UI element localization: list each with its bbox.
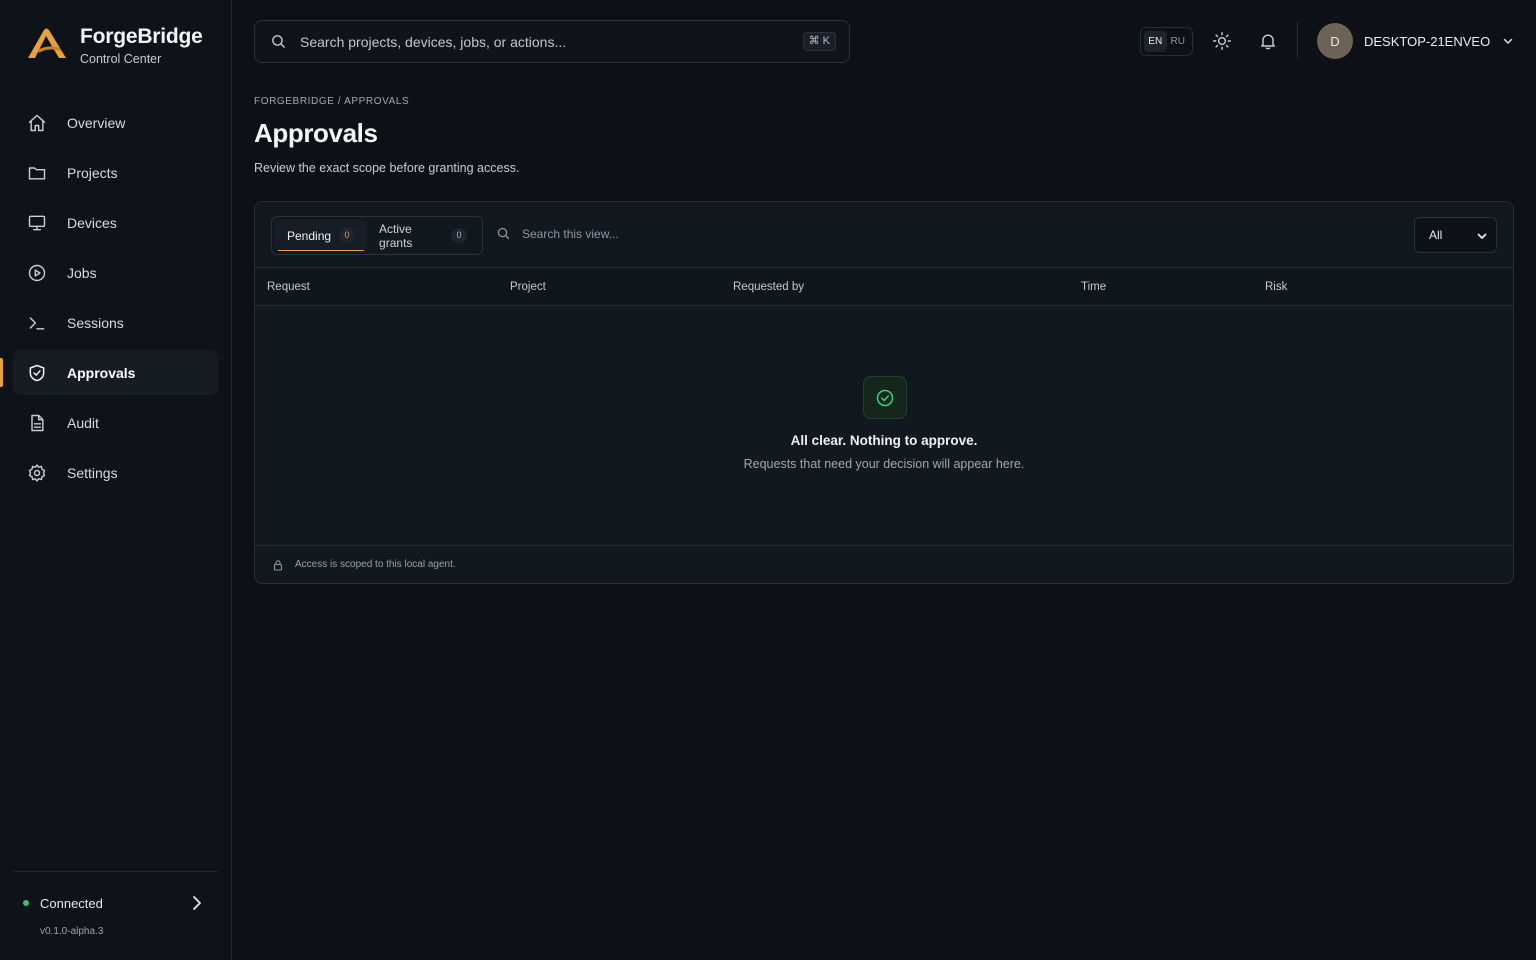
check-circle-icon [876,389,894,406]
sidebar-item-label: Settings [67,464,118,481]
view-search[interactable] [496,226,822,241]
sidebar-item-sessions[interactable]: Sessions [13,300,218,345]
count-badge: 0 [339,228,356,243]
sidebar-item-label: Approvals [67,364,136,381]
sidebar-item-label: Sessions [67,314,124,331]
language-switcher: EN RU [1140,27,1193,56]
empty-state-subtitle: Requests that need your decision will ap… [743,457,1025,471]
sun-icon[interactable] [1212,31,1232,51]
sidebar-item-label: Audit [67,414,99,431]
gear-icon [28,463,46,482]
document-icon [31,414,44,431]
chevron-right-icon[interactable] [190,894,204,912]
tab-label: Pending [287,228,332,243]
empty-state: All clear. Nothing to approve. Requests … [255,306,1513,546]
page-subtitle: Review the exact scope before granting a… [254,161,520,175]
empty-state-title: All clear. Nothing to approve. [790,433,978,448]
topbar-divider [1297,22,1298,59]
language-option-en[interactable]: EN [1144,31,1167,52]
brand-name: ForgeBridge [80,25,203,48]
sidebar-item-label: Overview [67,114,126,131]
connection-status[interactable]: Connected [13,872,218,934]
empty-state-icon-box [863,376,907,419]
sidebar-item-devices[interactable]: Devices [13,200,218,245]
terminal-icon [29,316,45,330]
sidebar-item-label: Devices [67,214,117,231]
page-title: Approvals [254,118,378,148]
column-header-request[interactable]: Request [267,281,310,293]
column-header-risk[interactable]: Risk [1265,281,1287,293]
breadcrumb: FORGEBRIDGE / APPROVALS [254,96,410,107]
shield-check-icon [29,364,45,381]
panel-footer: Access is scoped to this local agent. [255,546,1513,583]
column-header-time[interactable]: Time [1081,281,1106,293]
sidebar-item-approvals[interactable]: Approvals [0,350,218,395]
scope-note: Access is scoped to this local agent. [295,559,456,570]
chevron-down-icon [1503,38,1513,44]
global-search-input[interactable] [300,33,780,50]
search-shortcut-badge: ⌘ K [802,32,836,51]
tab-pending[interactable]: Pending 0 [275,220,368,251]
user-menu[interactable]: D DESKTOP-21ENVEO [1317,23,1514,59]
sidebar-item-label: Jobs [67,264,97,281]
folder-icon [28,166,46,180]
sidebar-item-projects[interactable]: Projects [13,150,218,195]
approvals-panel: Pending 0 Active grants 0 All Request Pr… [254,201,1514,584]
tab-label: Active grants [379,221,413,250]
sidebar: ForgeBridge Control Center Overview Proj… [0,0,232,960]
tab-active-grants[interactable]: Active grants 0 [367,220,479,251]
sidebar-item-jobs[interactable]: Jobs [13,250,218,295]
chevron-down-icon [1477,233,1487,239]
forgebridge-logo-icon [28,28,66,58]
brand[interactable]: ForgeBridge Control Center [26,24,203,66]
connection-status-label: Connected [40,895,103,911]
sidebar-nav: Overview Projects Devices Jobs Sessions … [0,100,218,500]
column-header-project[interactable]: Project [510,281,546,293]
approval-tabs: Pending 0 Active grants 0 [271,216,483,255]
home-icon [28,114,46,131]
user-name: DESKTOP-21ENVEO [1364,33,1491,49]
lock-icon [273,559,283,571]
play-circle-icon [28,264,46,281]
search-icon [497,227,510,240]
panel-toolbar: Pending 0 Active grants 0 All [255,202,1513,268]
sidebar-item-label: Projects [67,164,118,181]
count-badge: 0 [451,228,467,243]
risk-filter-select[interactable]: All [1414,217,1497,253]
sidebar-item-audit[interactable]: Audit [13,400,218,445]
bell-icon[interactable] [1258,31,1278,51]
filter-value: All [1429,228,1443,242]
monitor-icon [28,215,46,230]
sidebar-item-settings[interactable]: Settings [13,450,218,495]
language-option-ru[interactable]: RU [1167,31,1190,52]
table-header: Request Project Requested by Time Risk [255,268,1513,306]
sidebar-footer: Connected v0.1.0-alpha.3 [13,871,218,937]
view-search-input[interactable] [522,226,822,241]
brand-subtitle: Control Center [80,52,162,66]
avatar: D [1317,23,1353,59]
sidebar-item-overview[interactable]: Overview [13,100,218,145]
column-header-requested-by[interactable]: Requested by [733,281,804,293]
app-version: v0.1.0-alpha.3 [40,926,104,937]
global-search[interactable]: ⌘ K [254,20,850,63]
app-window: ForgeBridge Control Center Overview Proj… [0,0,1536,960]
search-icon [272,35,285,48]
status-dot [23,900,29,906]
